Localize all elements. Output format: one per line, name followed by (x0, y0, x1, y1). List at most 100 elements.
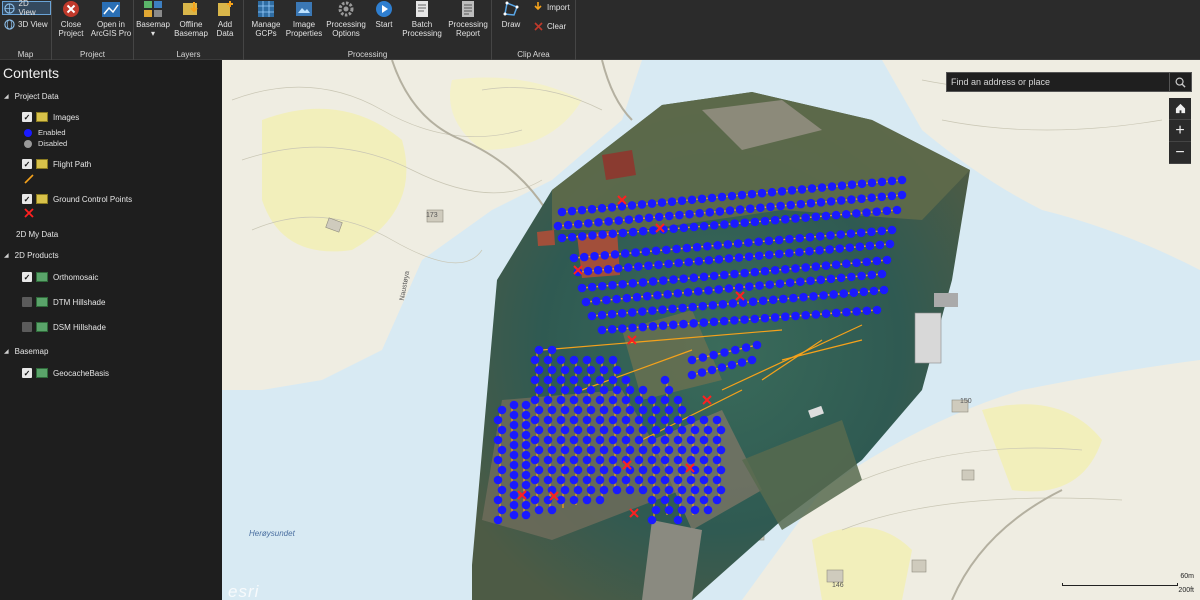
image-point[interactable] (595, 415, 605, 425)
image-point[interactable] (847, 180, 857, 190)
image-point[interactable] (599, 445, 609, 455)
image-point[interactable] (543, 475, 553, 485)
image-point[interactable] (556, 455, 566, 465)
2d-view-button[interactable]: 2D View (2, 0, 51, 17)
image-point[interactable] (777, 186, 787, 196)
image-point[interactable] (534, 445, 544, 455)
image-point[interactable] (497, 405, 507, 415)
image-point[interactable] (770, 313, 780, 322)
image-point[interactable] (685, 209, 694, 219)
image-point[interactable] (595, 495, 605, 505)
image-point[interactable] (664, 485, 674, 495)
image-point[interactable] (764, 236, 774, 246)
image-point[interactable] (687, 355, 697, 365)
image-point[interactable] (801, 310, 811, 320)
image-point[interactable] (712, 495, 722, 505)
image-point[interactable] (781, 312, 790, 321)
image-point[interactable] (730, 219, 739, 228)
image-point[interactable] (846, 229, 856, 238)
image-point[interactable] (852, 307, 861, 316)
image-point[interactable] (887, 191, 897, 201)
image-point[interactable] (547, 445, 557, 455)
image-point[interactable] (767, 187, 777, 197)
image-point[interactable] (607, 309, 617, 319)
image-point[interactable] (659, 276, 668, 285)
image-point[interactable] (709, 350, 718, 360)
image-point[interactable] (573, 365, 583, 375)
image-point[interactable] (836, 273, 846, 283)
image-point[interactable] (879, 285, 889, 295)
image-point[interactable] (563, 220, 573, 230)
image-point[interactable] (556, 435, 566, 445)
layer-dsm-hillshade[interactable]: DSM Hillshade (22, 322, 106, 332)
image-point[interactable] (595, 435, 605, 445)
image-point[interactable] (699, 415, 709, 425)
image-point[interactable] (560, 385, 570, 395)
basemap-button[interactable]: Basemap ▾ (136, 0, 170, 46)
image-point[interactable] (712, 455, 722, 465)
image-point[interactable] (634, 395, 644, 405)
image-point[interactable] (703, 505, 713, 515)
image-point[interactable] (530, 355, 540, 365)
image-point[interactable] (573, 485, 583, 495)
image-point[interactable] (664, 425, 674, 435)
image-point[interactable] (755, 281, 764, 290)
image-point[interactable] (608, 455, 618, 465)
image-point[interactable] (699, 272, 709, 282)
image-point[interactable] (573, 465, 583, 475)
image-point[interactable] (569, 395, 579, 405)
image-point[interactable] (682, 243, 692, 253)
image-point[interactable] (634, 475, 644, 485)
image-point[interactable] (534, 425, 544, 435)
image-point[interactable] (509, 440, 519, 450)
image-point[interactable] (750, 217, 760, 227)
image-point[interactable] (731, 345, 740, 355)
image-point[interactable] (779, 294, 788, 304)
image-point[interactable] (586, 365, 596, 375)
image-point[interactable] (849, 288, 859, 297)
image-point[interactable] (653, 290, 662, 300)
image-point[interactable] (745, 282, 754, 291)
image-point[interactable] (842, 259, 851, 269)
image-point[interactable] (673, 475, 683, 485)
image-point[interactable] (634, 262, 643, 271)
image-point[interactable] (642, 291, 652, 301)
image-point[interactable] (634, 415, 644, 425)
image-point[interactable] (644, 213, 654, 223)
image-point[interactable] (677, 196, 687, 206)
image-point[interactable] (856, 228, 866, 238)
image-point[interactable] (831, 308, 841, 318)
image-point[interactable] (547, 465, 557, 475)
image-point[interactable] (493, 455, 503, 465)
image-point[interactable] (627, 201, 637, 210)
image-point[interactable] (625, 385, 635, 395)
section-2d-products[interactable]: ◢ 2D Products (4, 251, 59, 260)
image-point[interactable] (647, 395, 657, 405)
image-point[interactable] (651, 505, 661, 515)
image-point[interactable] (847, 272, 856, 282)
image-point[interactable] (837, 181, 847, 190)
image-point[interactable] (862, 257, 871, 267)
image-point[interactable] (582, 415, 592, 425)
image-point[interactable] (569, 355, 579, 365)
image-point[interactable] (493, 515, 503, 525)
image-point[interactable] (617, 309, 627, 318)
image-point[interactable] (673, 495, 683, 505)
image-point[interactable] (688, 302, 697, 312)
image-point[interactable] (651, 465, 661, 475)
image-point[interactable] (875, 240, 885, 250)
image-point[interactable] (805, 232, 815, 242)
image-point[interactable] (625, 425, 635, 435)
image-point[interactable] (709, 220, 719, 230)
image-point[interactable] (774, 249, 784, 259)
image-point[interactable] (628, 279, 638, 288)
image-point[interactable] (509, 420, 519, 430)
image-point[interactable] (673, 515, 683, 525)
image-point[interactable] (816, 197, 826, 207)
image-point[interactable] (887, 176, 897, 186)
section-basemap[interactable]: ◢ Basemap (4, 347, 48, 356)
image-point[interactable] (597, 310, 607, 320)
image-point[interactable] (715, 207, 725, 216)
image-point[interactable] (684, 257, 694, 267)
image-point[interactable] (741, 343, 751, 352)
